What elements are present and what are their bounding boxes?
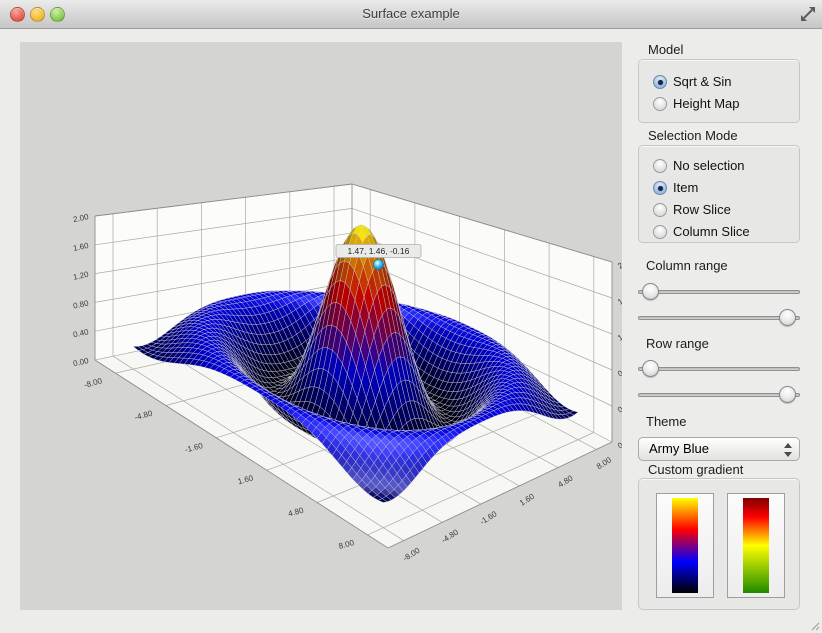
radio-option-label: No selection xyxy=(673,158,745,173)
radio-icon[interactable] xyxy=(653,203,667,217)
selection-mode-groupbox: No selection Item Row Slice Column Slice xyxy=(638,145,800,243)
slider-track[interactable] xyxy=(638,367,800,371)
surface-plot[interactable]: -8.00 -4.80 -1.60 1.60 4.80 8.00 -8.00 -4.80 -1.… xyxy=(20,42,622,610)
slider-track[interactable] xyxy=(638,290,800,294)
axis-label: 2.00 xyxy=(616,254,622,271)
radio-option-label: Item xyxy=(673,180,698,195)
radio-selected-icon[interactable] xyxy=(653,75,667,89)
axis-label: 0.80 xyxy=(72,298,90,310)
axis-label: 0.00 xyxy=(72,356,90,368)
resize-grip[interactable] xyxy=(808,619,820,631)
radio-icon[interactable] xyxy=(653,159,667,173)
radio-icon[interactable] xyxy=(653,97,667,111)
custom-gradient-group-label: Custom gradient xyxy=(648,462,743,477)
axis-label: 1.60 xyxy=(72,241,90,253)
custom-gradient-groupbox xyxy=(638,478,800,610)
gradient-one-swatch xyxy=(672,498,698,593)
axis-label: 0.00 xyxy=(616,434,622,451)
slider-thumb[interactable] xyxy=(642,360,659,377)
theme-dropdown[interactable]: Army Blue xyxy=(638,437,800,461)
axis-label: -4.80 xyxy=(133,409,153,423)
window-title: Surface example xyxy=(0,6,822,21)
axis-label: 0.40 xyxy=(616,398,622,415)
radio-option-item[interactable]: Item xyxy=(653,179,799,198)
slider-track[interactable] xyxy=(638,316,800,320)
row-range-label: Row range xyxy=(646,336,709,351)
axis-label: 1.20 xyxy=(616,326,622,343)
row-range-max-slider[interactable] xyxy=(638,386,800,404)
column-range-label: Column range xyxy=(646,258,728,273)
axis-label: 0.80 xyxy=(616,362,622,379)
radio-icon[interactable] xyxy=(653,225,667,239)
column-range-max-slider[interactable] xyxy=(638,309,800,327)
axis-label: 1.60 xyxy=(616,290,622,307)
axis-label: 2.00 xyxy=(72,212,90,224)
radio-option-sqrt-sin[interactable]: Sqrt & Sin xyxy=(653,73,799,92)
model-radio-group: Sqrt & Sin Height Map xyxy=(639,73,799,117)
radio-option-no-selection[interactable]: No selection xyxy=(653,157,799,176)
axis-label: -1.60 xyxy=(184,441,204,455)
radio-selected-icon[interactable] xyxy=(653,181,667,195)
radio-option-column-slice[interactable]: Column Slice xyxy=(653,223,799,242)
stepper-arrows-icon xyxy=(783,442,792,458)
axis-label: 1.20 xyxy=(72,270,90,282)
selection-mode-radio-group: No selection Item Row Slice Column Slice xyxy=(639,157,799,245)
model-group-label: Model xyxy=(648,42,683,57)
radio-option-label: Sqrt & Sin xyxy=(673,74,732,89)
selection-mode-group-label: Selection Mode xyxy=(648,128,738,143)
axis-label: 0.40 xyxy=(72,327,90,339)
radio-option-label: Height Map xyxy=(673,96,739,111)
slider-track[interactable] xyxy=(638,393,800,397)
axis-label: 4.80 xyxy=(556,473,574,489)
axis-label: 4.80 xyxy=(287,506,305,519)
model-groupbox: Sqrt & Sin Height Map xyxy=(638,59,800,123)
axis-label: -8.00 xyxy=(401,546,422,564)
column-range-min-slider[interactable] xyxy=(638,283,800,301)
axis-label: 8.00 xyxy=(595,455,613,471)
axis-label: 1.60 xyxy=(237,473,255,486)
theme-label: Theme xyxy=(646,414,686,429)
axis-label: -8.00 xyxy=(83,376,103,390)
app-window: { "window": { "title": "Surface example"… xyxy=(0,0,822,633)
axis-label: -1.60 xyxy=(478,509,499,527)
axis-label: 1.60 xyxy=(518,492,536,508)
theme-selected-value: Army Blue xyxy=(649,441,709,456)
slider-thumb[interactable] xyxy=(779,309,796,326)
slider-thumb[interactable] xyxy=(642,283,659,300)
gradient-one-button[interactable] xyxy=(656,493,714,598)
svg-text:1.47, 1.46, -0.16: 1.47, 1.46, -0.16 xyxy=(347,246,409,256)
gradient-two-button[interactable] xyxy=(727,493,785,598)
fullscreen-icon[interactable] xyxy=(800,6,816,22)
radio-option-height-map[interactable]: Height Map xyxy=(653,95,799,114)
radio-option-label: Column Slice xyxy=(673,224,750,239)
axis-label: 8.00 xyxy=(338,538,356,551)
axis-label: -4.80 xyxy=(440,527,461,545)
row-range-min-slider[interactable] xyxy=(638,360,800,378)
selection-ball xyxy=(373,260,383,270)
radio-option-label: Row Slice xyxy=(673,202,731,217)
gradient-two-swatch xyxy=(743,498,769,593)
selection-label: 1.47, 1.46, -0.16 xyxy=(336,245,421,258)
slider-thumb[interactable] xyxy=(779,386,796,403)
radio-option-row-slice[interactable]: Row Slice xyxy=(653,201,799,220)
title-bar[interactable]: Surface example xyxy=(0,0,822,29)
